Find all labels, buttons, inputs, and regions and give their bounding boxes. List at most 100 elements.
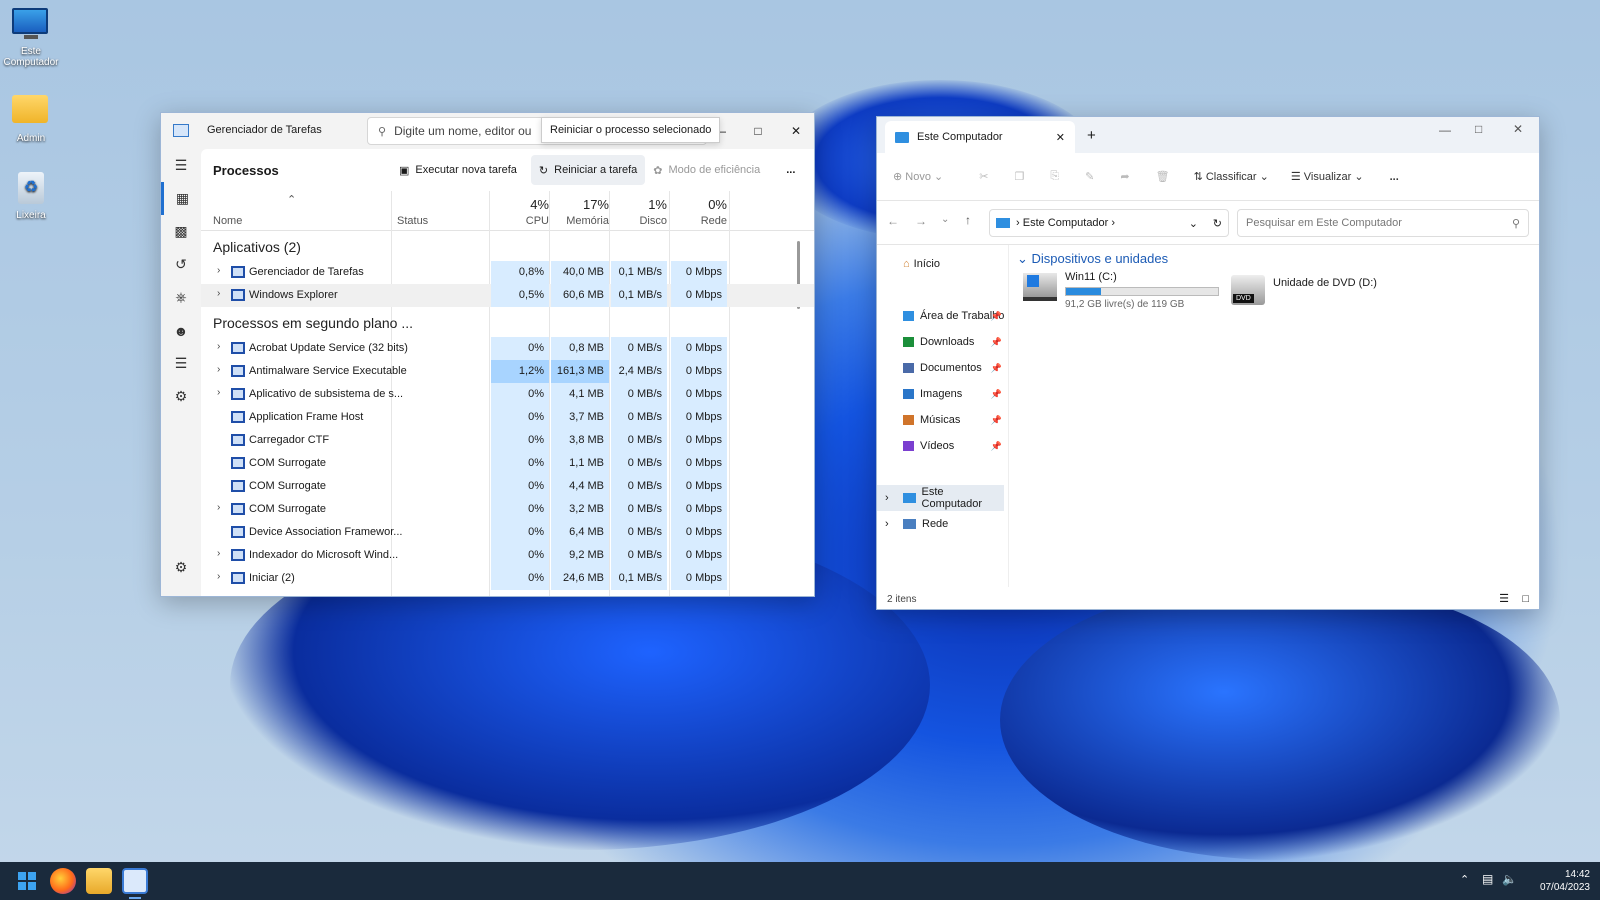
refresh-icon[interactable]: ↻ — [1213, 217, 1222, 230]
startup-apps-nav-icon[interactable]: ⎈ — [161, 281, 201, 314]
users-nav-icon[interactable]: ☻ — [161, 314, 201, 347]
search-input[interactable]: Pesquisar em Este Computador ⚲ — [1237, 209, 1529, 237]
process-name: Aplicativo de subsistema de s... — [249, 388, 404, 400]
expand-chevron-icon[interactable]: › — [885, 518, 889, 530]
settings-gear-icon[interactable]: ⚙ — [161, 551, 201, 584]
details-nav-icon[interactable]: ☰ — [161, 347, 201, 380]
delete-icon[interactable]: 🗑 — [1156, 170, 1170, 183]
network-icon[interactable]: ▤ — [1482, 872, 1493, 886]
expand-chevron-icon[interactable]: › — [885, 492, 889, 504]
new-tab-icon[interactable]: + — [1087, 127, 1096, 144]
expand-chevron-icon[interactable]: › — [217, 288, 220, 299]
process-row[interactable]: › Windows Explorer 0,5% 60,6 MB 0,1 MB/s 0 Mb… — [201, 284, 814, 307]
nav-network[interactable]: › Rede — [877, 511, 1008, 537]
col-disk-pct[interactable]: 1% — [611, 197, 667, 212]
tiles-view-icon[interactable]: □ — [1522, 593, 1529, 605]
col-net[interactable]: Rede — [671, 215, 727, 227]
nav-quick-item[interactable]: Vídeos 📌 — [877, 433, 1008, 459]
col-name[interactable]: Nome — [213, 215, 242, 227]
hamburger-menu-icon[interactable]: ☰ — [161, 149, 201, 182]
minimize-button[interactable]: — — [1439, 123, 1451, 137]
efficiency-mode-button[interactable]: ✿ Modo de eficiência — [645, 155, 768, 185]
cut-icon[interactable]: ✂ — [979, 170, 988, 183]
desktop-icon-admin[interactable]: Admin — [0, 92, 62, 144]
close-button[interactable]: ✕ — [1513, 122, 1523, 136]
nav-this-pc[interactable]: › Este Computador — [877, 485, 1004, 511]
nav-quick-item[interactable]: Imagens 📌 — [877, 381, 1008, 407]
col-mem[interactable]: Memória — [551, 215, 609, 227]
desktop-icon-this-pc[interactable]: Este Computador — [0, 8, 62, 68]
sort-button[interactable]: ⇅ Classificar ⌄ — [1194, 170, 1269, 183]
nav-quick-item[interactable]: Downloads 📌 — [877, 329, 1008, 355]
process-row[interactable]: Application Frame Host 0% 3,7 MB 0 MB/s 0 Mb… — [201, 406, 814, 429]
copy-icon[interactable]: ❐ — [1014, 170, 1024, 183]
task-manager-icon[interactable] — [122, 868, 148, 894]
process-row[interactable]: COM Surrogate 0% 1,1 MB 0 MB/s 0 Mbps — [201, 452, 814, 475]
close-button[interactable]: ✕ — [777, 113, 815, 149]
performance-nav-icon[interactable]: ▩ — [161, 215, 201, 248]
drive-d[interactable]: DVD Unidade de DVD (D:) — [1231, 271, 1431, 311]
paste-icon[interactable]: ⎘ — [1050, 170, 1059, 183]
address-dropdown-icon[interactable]: ⌄ — [1189, 217, 1198, 230]
share-icon[interactable]: ➦ — [1120, 170, 1129, 183]
col-mem-pct[interactable]: 17% — [551, 197, 609, 212]
show-hidden-icons-chevron[interactable]: ⌃ — [1460, 873, 1469, 886]
nav-quick-item[interactable]: Área de Trabalho 📌 — [877, 303, 1008, 329]
processes-nav-icon[interactable]: ▦ — [161, 182, 201, 215]
tab-close-icon[interactable]: ✕ — [1056, 131, 1065, 144]
desktop-icon-recycle-bin[interactable]: ♻ Lixeira — [0, 172, 62, 221]
process-row[interactable]: › Gerenciador de Tarefas 0,8% 40,0 MB 0,1 MB… — [201, 261, 814, 284]
recent-chevron-icon[interactable]: ⌄ — [941, 214, 949, 225]
expand-chevron-icon[interactable]: › — [217, 341, 220, 352]
process-row[interactable]: › Iniciar (2) 0% 24,6 MB 0,1 MB/s 0 Mbps — [201, 567, 814, 590]
drive-c[interactable]: Win11 (C:) 91,2 GB livre(s) de 119 GB — [1023, 271, 1223, 311]
restart-task-button[interactable]: ↻ Reiniciar a tarefa — [530, 155, 646, 185]
back-icon[interactable]: ← — [887, 214, 899, 228]
more-options-button[interactable]: ... — [778, 155, 803, 185]
col-net-pct[interactable]: 0% — [671, 197, 727, 212]
expand-chevron-icon[interactable]: › — [217, 265, 220, 276]
firefox-icon[interactable] — [50, 868, 76, 894]
nav-quick-item[interactable]: Documentos 📌 — [877, 355, 1008, 381]
expand-chevron-icon[interactable]: › — [217, 364, 220, 375]
volume-icon[interactable]: 🔈 — [1502, 872, 1517, 886]
rename-icon[interactable]: ✎ — [1085, 170, 1094, 183]
process-row[interactable]: › Antimalware Service Executable 1,2% 161,3… — [201, 360, 814, 383]
forward-icon[interactable]: → — [915, 214, 927, 228]
pin-icon: 📌 — [990, 388, 1002, 399]
expand-chevron-icon[interactable]: › — [217, 502, 220, 513]
process-row[interactable]: Carregador CTF 0% 3,8 MB 0 MB/s 0 Mbps — [201, 429, 814, 452]
process-row[interactable]: › Acrobat Update Service (32 bits) 0% 0,8 M… — [201, 337, 814, 360]
services-nav-icon[interactable]: ⚙ — [161, 380, 201, 413]
expand-chevron-icon[interactable]: › — [217, 387, 220, 398]
expand-chevron-icon[interactable]: › — [217, 548, 220, 559]
section-header[interactable]: ⌄ Dispositivos e unidades — [1017, 251, 1168, 267]
new-button[interactable]: ⊕ Novo ⌄ — [893, 170, 943, 183]
nav-home[interactable]: ⌂ Início — [877, 251, 1008, 277]
tab-this-pc[interactable]: Este Computador ✕ — [885, 121, 1075, 153]
start-windows-icon[interactable] — [14, 868, 40, 894]
clock[interactable]: 14:42 07/04/2023 — [1532, 868, 1590, 894]
col-cpu[interactable]: CPU — [491, 215, 549, 227]
app-history-nav-icon[interactable]: ↺ — [161, 248, 201, 281]
process-row[interactable]: › COM Surrogate 0% 3,2 MB 0 MB/s 0 Mbps — [201, 498, 814, 521]
col-disk[interactable]: Disco — [611, 215, 667, 227]
file-explorer-icon[interactable] — [86, 868, 112, 894]
maximize-button[interactable]: □ — [739, 113, 777, 149]
expand-chevron-icon[interactable]: › — [217, 571, 220, 582]
details-view-icon[interactable]: ☰ — [1499, 592, 1509, 605]
view-button[interactable]: ☰ Visualizar ⌄ — [1291, 170, 1364, 183]
process-disk-value: 0 MB/s — [611, 337, 667, 360]
process-row[interactable]: COM Surrogate 0% 4,4 MB 0 MB/s 0 Mbps — [201, 475, 814, 498]
process-row[interactable]: › Aplicativo de subsistema de s... 0% 4,1 M… — [201, 383, 814, 406]
process-row[interactable]: › Indexador do Microsoft Wind... 0% 9,2 MB 0… — [201, 544, 814, 567]
run-new-task-button[interactable]: ▣ Executar nova tarefa — [391, 155, 525, 185]
up-icon[interactable]: ↑ — [965, 213, 971, 227]
address-bar[interactable]: › Este Computador › ⌄ ↻ — [989, 209, 1229, 237]
nav-quick-item[interactable]: Músicas 📌 — [877, 407, 1008, 433]
see-more-button[interactable]: ... — [1390, 171, 1399, 183]
col-cpu-pct[interactable]: 4% — [491, 197, 549, 212]
process-row[interactable]: Device Association Framewor... 0% 6,4 MB 0 … — [201, 521, 814, 544]
col-status[interactable]: Status — [397, 215, 428, 227]
maximize-button[interactable]: □ — [1475, 122, 1482, 136]
